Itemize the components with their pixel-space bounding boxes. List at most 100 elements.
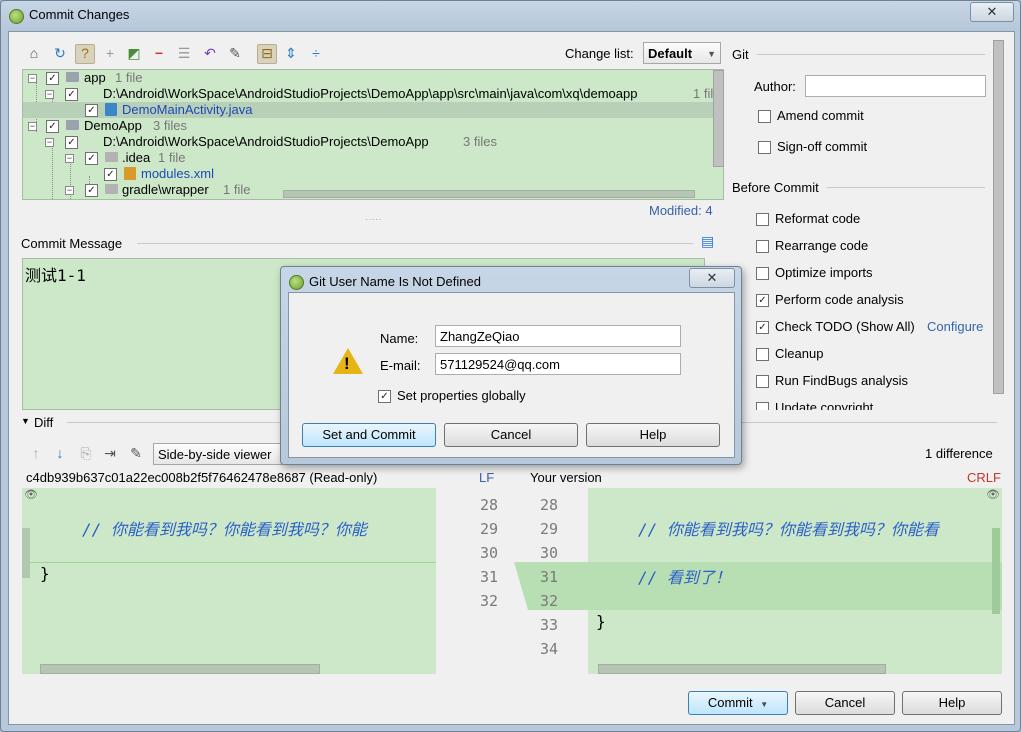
optimize-imports-checkbox[interactable]: [756, 267, 769, 281]
tree-checkbox[interactable]: ✓: [65, 88, 78, 101]
rearrange-code-option[interactable]: Rearrange code: [756, 238, 868, 254]
reformat-code-option[interactable]: Reformat code: [756, 211, 860, 227]
add-icon[interactable]: +: [101, 44, 119, 62]
ignore-icon[interactable]: ☰: [175, 44, 193, 62]
optimize-imports-option[interactable]: Optimize imports: [756, 265, 873, 281]
previous-file-icon[interactable]: ⎘: [77, 444, 95, 462]
collapse-icon[interactable]: −: [45, 138, 54, 147]
tree-row-demomainactivity[interactable]: ✓ DemoMainActivity.java: [23, 102, 723, 118]
options-vertical-scrollbar[interactable]: [993, 40, 1004, 394]
cancel-button[interactable]: Cancel: [795, 691, 895, 715]
expand-all-icon[interactable]: ⇕: [282, 44, 300, 62]
collapse-icon[interactable]: −: [45, 90, 54, 99]
message-history-icon[interactable]: ▤: [701, 233, 714, 250]
tree-checkbox[interactable]: ✓: [104, 168, 117, 181]
tree-checkbox[interactable]: ✓: [85, 104, 98, 117]
tree-vertical-scrollbar[interactable]: [713, 70, 724, 167]
collapse-icon[interactable]: −: [65, 154, 74, 163]
cleanup-label: Cleanup: [775, 346, 824, 361]
sign-off-commit-option[interactable]: Sign-off commit: [758, 139, 867, 155]
commit-button[interactable]: Commit ▼: [688, 691, 788, 715]
edit-source-icon[interactable]: ✎: [127, 444, 145, 462]
update-copyright-checkbox[interactable]: [756, 402, 769, 410]
change-list-label: Change list:: [565, 46, 634, 61]
name-label: Name:: [380, 331, 419, 346]
diff-gutter: 28 29 30 31 32 28 29 30 31 32 33 34: [436, 488, 588, 674]
run-findbugs-option[interactable]: Run FindBugs analysis: [756, 373, 908, 389]
configure-todo-link[interactable]: Configure: [927, 319, 983, 334]
right-diff-pane[interactable]: 👁 // 你能看到我吗？你能看到我吗？你能看 // 看到了！ }: [588, 488, 1002, 674]
tree-row-idea[interactable]: − ✓ .idea 1 file: [23, 150, 723, 166]
dialog-help-button[interactable]: Help: [586, 423, 720, 447]
right-horizontal-scrollbar[interactable]: [598, 664, 886, 674]
left-line-number: 28: [479, 496, 498, 514]
window-close-button[interactable]: ✕: [970, 2, 1014, 22]
collapse-icon[interactable]: −: [65, 186, 74, 195]
sign-off-commit-checkbox[interactable]: [758, 141, 771, 155]
right-line-separator[interactable]: CRLF: [967, 470, 1001, 485]
diff-collapse-icon[interactable]: ▼: [21, 416, 30, 426]
update-copyright-option[interactable]: Update copyright: [756, 400, 873, 410]
perform-code-analysis-option[interactable]: ✓ Perform code analysis: [756, 292, 904, 308]
next-file-icon[interactable]: ⇥: [101, 444, 119, 462]
left-horizontal-scrollbar[interactable]: [40, 664, 320, 674]
dialog-close-button[interactable]: ✕: [689, 268, 735, 288]
left-diff-pane[interactable]: 👁 // 你能看到我吗？你能看到我吗？你能 }: [22, 488, 436, 674]
group-by-directory-icon[interactable]: ?: [75, 44, 95, 64]
tree-row-modules-xml[interactable]: ✓ modules.xml: [23, 166, 723, 182]
left-line-number: 31: [479, 568, 498, 586]
amend-commit-checkbox[interactable]: [758, 110, 771, 124]
set-properties-globally-option[interactable]: ✓ Set properties globally: [378, 388, 526, 404]
edit-source-icon[interactable]: ✎: [226, 44, 244, 62]
remove-icon[interactable]: −: [150, 44, 168, 62]
collapse-icon[interactable]: −: [28, 74, 37, 83]
dialog-cancel-button[interactable]: Cancel: [444, 423, 578, 447]
check-todo-option[interactable]: ✓ Check TODO (Show All): [756, 319, 915, 335]
viewer-mode-combo[interactable]: Side-by-side viewer: [153, 443, 283, 465]
right-scroll-marker: [992, 528, 1000, 614]
tree-horizontal-scrollbar[interactable]: [283, 190, 695, 198]
reformat-code-checkbox[interactable]: [756, 213, 769, 227]
modified-count: Modified: 4: [649, 203, 713, 218]
eye-icon[interactable]: 👁: [24, 488, 38, 501]
splitter-grip[interactable]: ·····: [365, 214, 382, 225]
show-diff-icon[interactable]: ⌂: [25, 44, 43, 62]
amend-commit-option[interactable]: Amend commit: [758, 108, 864, 124]
move-to-changelist-icon[interactable]: ◩: [125, 44, 143, 62]
tree-checkbox[interactable]: ✓: [65, 136, 78, 149]
tree-checkbox[interactable]: ✓: [46, 72, 59, 85]
author-input[interactable]: [805, 75, 986, 97]
chevron-down-icon[interactable]: ▼: [760, 700, 768, 709]
collapse-all-icon[interactable]: ÷: [307, 44, 325, 62]
eye-icon[interactable]: 👁: [986, 488, 1000, 501]
set-and-commit-button[interactable]: Set and Commit: [302, 423, 436, 447]
cleanup-option[interactable]: Cleanup: [756, 346, 824, 362]
tree-row-app-path[interactable]: − ✓ D:\Android\WorkSpace\AndroidStudioPr…: [23, 86, 723, 102]
left-line-separator[interactable]: LF: [479, 470, 494, 485]
changed-files-tree[interactable]: − ✓ app 1 file − ✓ D:\Android\WorkSpace\…: [22, 69, 724, 200]
expand-all-toggle-icon[interactable]: ⊟: [257, 44, 277, 64]
set-properties-globally-checkbox[interactable]: ✓: [378, 390, 391, 404]
right-line-number: 28: [539, 496, 558, 514]
tree-row-app[interactable]: − ✓ app 1 file: [23, 70, 723, 86]
tree-checkbox[interactable]: ✓: [85, 184, 98, 197]
check-todo-checkbox[interactable]: ✓: [756, 321, 769, 335]
arrow-up-icon[interactable]: ↑: [27, 444, 45, 462]
name-input[interactable]: [435, 325, 681, 347]
help-button[interactable]: Help: [902, 691, 1002, 715]
arrow-down-icon[interactable]: ↓: [51, 444, 69, 462]
tree-row-demoapp-path[interactable]: − ✓ D:\Android\WorkSpace\AndroidStudioPr…: [23, 134, 723, 150]
change-list-combo[interactable]: Default ▼: [643, 42, 721, 64]
title-bar[interactable]: Commit Changes ✕: [1, 1, 1020, 31]
cleanup-checkbox[interactable]: [756, 348, 769, 362]
refresh-icon[interactable]: ↻: [51, 44, 69, 62]
perform-code-analysis-checkbox[interactable]: ✓: [756, 294, 769, 308]
run-findbugs-checkbox[interactable]: [756, 375, 769, 389]
rollback-icon[interactable]: ↶: [201, 44, 219, 62]
tree-checkbox[interactable]: ✓: [46, 120, 59, 133]
tree-checkbox[interactable]: ✓: [85, 152, 98, 165]
tree-row-demoapp[interactable]: − ✓ DemoApp 3 files: [23, 118, 723, 134]
rearrange-code-checkbox[interactable]: [756, 240, 769, 254]
collapse-icon[interactable]: −: [28, 122, 37, 131]
email-input[interactable]: [435, 353, 681, 375]
